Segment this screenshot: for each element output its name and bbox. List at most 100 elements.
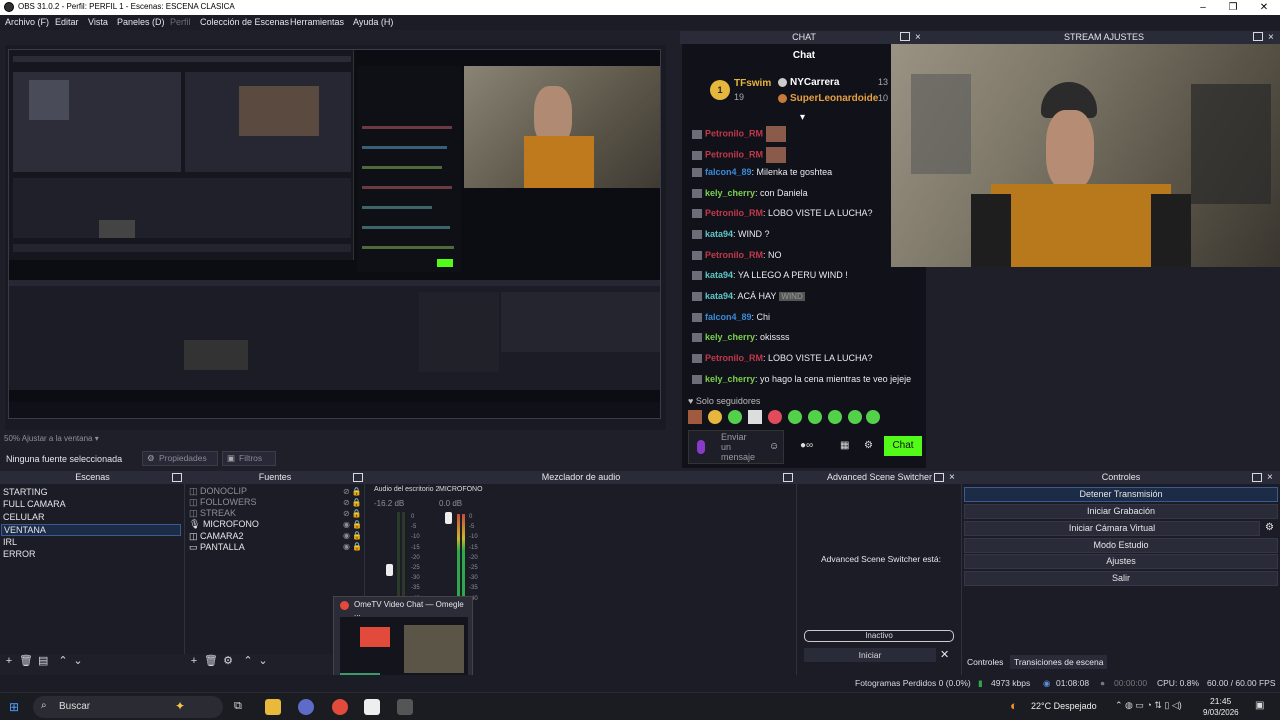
settings-icon[interactable]: ⚙: [864, 440, 873, 451]
maximize-icon[interactable]: ❐: [1225, 1, 1241, 14]
close-icon[interactable]: ×: [915, 31, 921, 44]
store-icon[interactable]: ▦: [840, 440, 849, 451]
float-icon[interactable]: [900, 32, 910, 41]
clock-date[interactable]: 9/03/2026: [1203, 708, 1239, 717]
float-icon[interactable]: [172, 473, 182, 482]
menu-coleccion[interactable]: Colección de Escenas: [200, 17, 289, 27]
chat-username[interactable]: kely_cherry: [705, 188, 755, 198]
chat-username[interactable]: kely_cherry: [705, 374, 755, 384]
up-icon[interactable]: ⌃: [243, 656, 253, 667]
chat-username[interactable]: kata94: [705, 270, 733, 280]
close-icon[interactable]: ×: [1268, 31, 1274, 44]
volume-slider-handle[interactable]: [445, 512, 452, 524]
close-icon[interactable]: ×: [1267, 471, 1273, 484]
source-item[interactable]: ◫ CAMARA2: [189, 531, 244, 542]
menu-herramientas[interactable]: Herramientas: [290, 17, 344, 27]
trash-icon[interactable]: 🗑: [19, 656, 33, 667]
source-item[interactable]: ▭ PANTALLA: [189, 542, 245, 553]
scenes-dock-header[interactable]: Escenas: [0, 471, 185, 484]
source-item[interactable]: 🎙 MICROFONO: [189, 519, 259, 530]
emoji-icon[interactable]: ☺: [769, 441, 779, 452]
chat-username[interactable]: Petronilo_RM: [705, 128, 763, 138]
float-icon[interactable]: [1252, 473, 1262, 482]
chat-send-button[interactable]: Chat: [884, 436, 922, 456]
start-recording-button[interactable]: Iniciar Grabación: [964, 504, 1278, 519]
gear-icon[interactable]: ⚙: [223, 656, 233, 667]
tools-icon[interactable]: ✕: [940, 648, 949, 661]
chat-username[interactable]: kata94: [705, 291, 733, 301]
menu-perfil[interactable]: Perfil: [170, 17, 191, 27]
chat-username[interactable]: Petronilo_RM: [705, 149, 763, 159]
obs-icon[interactable]: [397, 699, 413, 715]
properties-button[interactable]: ⚙ Propiedades: [142, 451, 218, 466]
source-item[interactable]: ◫ DONOCLIP: [189, 486, 247, 497]
scene-item[interactable]: STARTING: [3, 487, 48, 497]
menu-archivo[interactable]: Archivo (F): [5, 17, 49, 27]
windows-start-icon[interactable]: ⊞: [9, 700, 19, 714]
tab-controles[interactable]: Controles: [964, 655, 1006, 669]
stop-stream-button[interactable]: Detener Transmisión: [964, 487, 1278, 502]
sources-dock-header[interactable]: Fuentes: [185, 471, 365, 484]
chat-username[interactable]: Petronilo_RM: [705, 353, 763, 363]
switcher-dock-header[interactable]: Advanced Scene Switcher ×: [797, 471, 962, 484]
close-icon[interactable]: ×: [949, 471, 955, 484]
menu-vista[interactable]: Vista: [88, 17, 108, 27]
scene-item[interactable]: CELULAR: [3, 512, 45, 522]
tab-transiciones[interactable]: Transiciones de escena: [1010, 655, 1108, 669]
notification-icon[interactable]: ▣: [1255, 700, 1264, 711]
source-item[interactable]: ◫ FOLLOWERS: [189, 497, 257, 508]
preview-canvas[interactable]: [8, 49, 661, 419]
taskbar-search[interactable]: ⌕ Buscar ✦: [33, 696, 223, 718]
close-icon[interactable]: ✕: [1256, 1, 1272, 14]
chat-username[interactable]: kely_cherry: [705, 332, 755, 342]
mixer-dock-header[interactable]: Mezclador de audio: [365, 471, 797, 484]
chat-input[interactable]: Enviar un mensaje ☺: [688, 430, 784, 464]
source-item[interactable]: ◫ STREAK: [189, 508, 236, 519]
collapse-icon[interactable]: ▾: [800, 112, 805, 123]
weather-text[interactable]: 22°C Despejado: [1031, 701, 1097, 711]
chat-username[interactable]: kata94: [705, 229, 733, 239]
chrome-icon[interactable]: [332, 699, 348, 715]
chat-username[interactable]: falcon4_89: [705, 167, 752, 177]
float-icon[interactable]: [783, 473, 793, 482]
switcher-start-button[interactable]: Iniciar: [804, 648, 936, 662]
add-icon[interactable]: +: [189, 656, 199, 667]
minimize-icon[interactable]: –: [1195, 1, 1211, 14]
chat-username[interactable]: Petronilo_RM: [705, 208, 763, 218]
volume-slider-handle[interactable]: [386, 564, 393, 576]
exit-button[interactable]: Salir: [964, 571, 1278, 586]
float-icon[interactable]: [934, 473, 944, 482]
discord-icon[interactable]: [298, 699, 314, 715]
filters-button[interactable]: ▣ Filtros: [222, 451, 276, 466]
people-icon[interactable]: ●∞: [800, 440, 813, 451]
chat-dock-header[interactable]: CHAT ×: [680, 31, 928, 44]
file-explorer-icon[interactable]: [265, 699, 281, 715]
chat-username[interactable]: falcon4_89: [705, 312, 752, 322]
scene-item[interactable]: ERROR: [3, 549, 36, 559]
controls-dock-header[interactable]: Controles ×: [962, 471, 1280, 484]
float-icon[interactable]: [353, 473, 363, 482]
float-icon[interactable]: [1253, 32, 1263, 41]
scene-item[interactable]: FULL CAMARA: [3, 499, 66, 509]
menu-ayuda[interactable]: Ayuda (H): [353, 17, 393, 27]
menu-editar[interactable]: Editar: [55, 17, 79, 27]
stream-dock-header[interactable]: STREAM AJUSTES ×: [928, 31, 1280, 44]
down-icon[interactable]: ⌄: [73, 656, 83, 667]
task-view-icon[interactable]: ⧉: [234, 700, 242, 713]
settings-button[interactable]: Ajustes: [964, 554, 1278, 569]
add-icon[interactable]: +: [4, 656, 14, 667]
capcut-icon[interactable]: [364, 699, 380, 715]
studio-mode-button[interactable]: Modo Estudio: [964, 538, 1278, 553]
down-icon[interactable]: ⌄: [258, 656, 268, 667]
trash-icon[interactable]: 🗑: [204, 656, 218, 667]
menu-paneles[interactable]: Paneles (D): [117, 17, 165, 27]
up-icon[interactable]: ⌃: [58, 656, 68, 667]
tray-icons[interactable]: ⌃ ◍ ▭ ◔ ⇅ ▯ ◁): [1115, 700, 1182, 711]
gear-icon[interactable]: ⚙: [1265, 522, 1274, 533]
virtual-camera-button[interactable]: Iniciar Cámara Virtual: [964, 521, 1260, 536]
visibility-icons[interactable]: ⊘ 🔒 ⊘ 🔒 ⊘ 🔒 ◉ 🔒 ◉ 🔒 ◉ 🔒: [343, 486, 362, 552]
scene-item-selected[interactable]: VENTANA: [1, 524, 181, 536]
clock-time[interactable]: 21:45: [1210, 696, 1231, 706]
zoom-label[interactable]: 50% Ajustar a la ventana ▾: [4, 434, 99, 443]
filter-icon[interactable]: ▤: [38, 656, 48, 667]
